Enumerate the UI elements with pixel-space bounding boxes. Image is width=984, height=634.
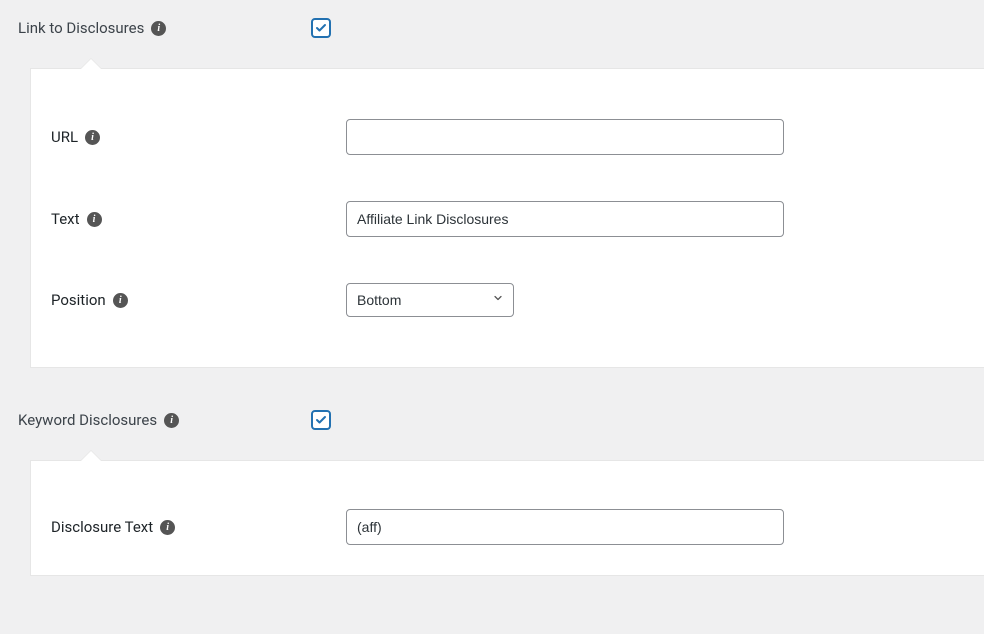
url-label: URL <box>51 128 78 146</box>
keyword-disclosures-label-col: Keyword Disclosures i <box>18 411 311 429</box>
panel-arrow-icon <box>81 59 101 69</box>
link-disclosures-panel: URL i Text i Position i <box>30 68 984 368</box>
disclosure-text-row: Disclosure Text i <box>31 509 984 545</box>
disclosure-text-input-col <box>346 509 784 545</box>
disclosure-text-label: Disclosure Text <box>51 518 153 536</box>
info-icon[interactable]: i <box>151 21 166 36</box>
link-disclosures-checkbox-col <box>311 18 331 38</box>
keyword-disclosures-checkbox[interactable] <box>311 410 331 430</box>
info-icon[interactable]: i <box>85 130 100 145</box>
check-icon <box>315 22 327 34</box>
settings-container: Link to Disclosures i URL i Text i <box>0 0 984 576</box>
keyword-disclosures-header: Keyword Disclosures i <box>18 410 984 430</box>
position-input-col: Bottom <box>346 283 514 317</box>
url-row: URL i <box>31 119 984 155</box>
info-icon[interactable]: i <box>164 413 179 428</box>
url-input[interactable] <box>346 119 784 155</box>
position-label: Position <box>51 291 106 309</box>
position-select[interactable]: Bottom <box>346 283 514 317</box>
link-disclosures-label: Link to Disclosures <box>18 19 144 37</box>
keyword-disclosures-checkbox-col <box>311 410 331 430</box>
info-icon[interactable]: i <box>87 212 102 227</box>
url-input-col <box>346 119 784 155</box>
section-gap <box>18 368 984 410</box>
keyword-disclosures-label: Keyword Disclosures <box>18 411 157 429</box>
link-disclosures-header: Link to Disclosures i <box>18 18 984 38</box>
disclosure-text-input[interactable] <box>346 509 784 545</box>
info-icon[interactable]: i <box>160 520 175 535</box>
check-icon <box>315 414 327 426</box>
text-label: Text <box>51 210 80 228</box>
position-select-wrap: Bottom <box>346 283 514 317</box>
keyword-disclosures-panel: Disclosure Text i <box>30 460 984 576</box>
info-icon[interactable]: i <box>113 293 128 308</box>
text-input[interactable] <box>346 201 784 237</box>
disclosure-text-label-col: Disclosure Text i <box>51 518 346 536</box>
panel-arrow-icon <box>81 451 101 461</box>
url-label-col: URL i <box>51 128 346 146</box>
position-row: Position i Bottom <box>31 283 984 317</box>
text-row: Text i <box>31 201 984 237</box>
text-input-col <box>346 201 784 237</box>
text-label-col: Text i <box>51 210 346 228</box>
position-label-col: Position i <box>51 291 346 309</box>
link-disclosures-checkbox[interactable] <box>311 18 331 38</box>
link-disclosures-label-col: Link to Disclosures i <box>18 19 311 37</box>
